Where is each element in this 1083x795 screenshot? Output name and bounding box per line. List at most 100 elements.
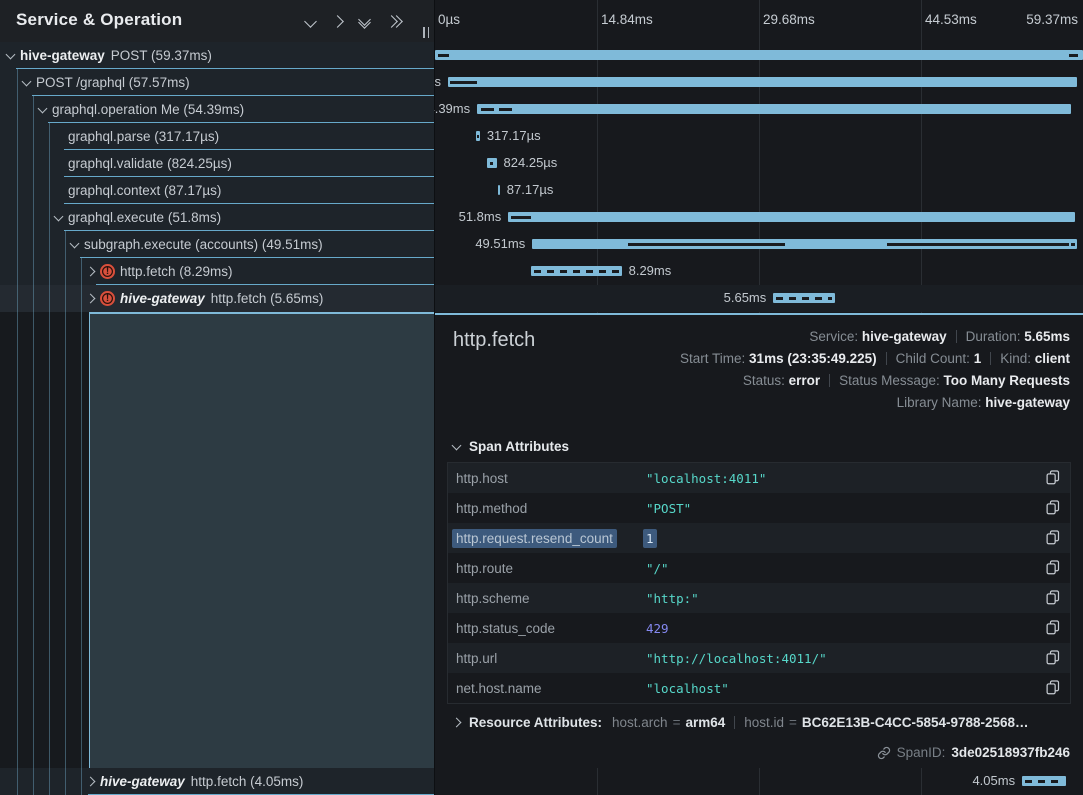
tree-connector-line bbox=[33, 96, 34, 795]
chevron-right-icon[interactable] bbox=[331, 15, 344, 28]
meta-divider bbox=[956, 330, 957, 343]
chevron-right-icon[interactable] bbox=[84, 776, 96, 788]
meta-line: Status: errorStatus Message: Too Many Re… bbox=[680, 370, 1070, 392]
meta-divider bbox=[886, 352, 887, 365]
chevron-right-icon bbox=[452, 718, 462, 728]
timeline-row[interactable] bbox=[435, 42, 1083, 69]
meta-label: Start Time: bbox=[680, 351, 749, 366]
chevron-down-icon[interactable] bbox=[20, 77, 32, 89]
span-duration-label: 824.25µs bbox=[504, 155, 558, 170]
chevron-spacer bbox=[52, 131, 64, 143]
equals-sign: = bbox=[673, 715, 681, 730]
tree-connector-line bbox=[49, 123, 50, 795]
panel-resize-handle[interactable] bbox=[423, 27, 429, 38]
span-bar[interactable] bbox=[508, 212, 1075, 222]
child-span-mark bbox=[511, 216, 531, 219]
span-operation-label: http.fetch (8.29ms) bbox=[120, 264, 233, 279]
span-bar[interactable] bbox=[435, 50, 1083, 60]
meta-line: Service: hive-gatewayDuration: 5.65ms bbox=[680, 326, 1070, 348]
copy-button[interactable] bbox=[1045, 590, 1061, 606]
tree-row[interactable]: graphql.operation Me (54.39ms) bbox=[0, 96, 434, 123]
span-bar[interactable] bbox=[1022, 776, 1066, 786]
copy-button[interactable] bbox=[1045, 470, 1061, 486]
timeline-row[interactable]: 317.17µs bbox=[435, 123, 1083, 150]
span-bar[interactable] bbox=[531, 266, 622, 276]
resource-key: host.id bbox=[744, 715, 784, 730]
tree-row[interactable]: graphql.execute (51.8ms) bbox=[0, 204, 434, 231]
child-span-mark bbox=[490, 162, 493, 165]
copy-button[interactable] bbox=[1045, 530, 1061, 546]
span-bar[interactable] bbox=[532, 239, 1076, 249]
attribute-row: http.request.resend_count1 bbox=[448, 523, 1070, 553]
service-name: hive-gateway bbox=[100, 774, 185, 789]
span-operation-label: subgraph.execute (accounts) (49.51ms) bbox=[84, 237, 323, 252]
timeline-row[interactable]: 49.51ms bbox=[435, 231, 1083, 258]
attribute-value: "localhost:4011" bbox=[646, 471, 766, 486]
span-bar[interactable] bbox=[477, 104, 1071, 114]
attribute-value: 429 bbox=[646, 621, 669, 636]
chevron-down-icon[interactable] bbox=[68, 239, 80, 251]
copy-button[interactable] bbox=[1045, 620, 1061, 636]
span-duration-label: 4.05ms bbox=[972, 773, 1015, 788]
span-attributes-table: http.host"localhost:4011"http.method"POS… bbox=[447, 462, 1071, 704]
tree-row[interactable]: graphql.validate (824.25µs) bbox=[0, 150, 434, 177]
trace-viewer: hive-gatewayPOST (59.37ms)POST /graphql … bbox=[0, 0, 1083, 795]
tree-row[interactable]: hive-gatewayPOST (59.37ms) bbox=[0, 42, 434, 69]
timeline-row[interactable]: 57.57ms bbox=[435, 69, 1083, 96]
attribute-row: http.method"POST" bbox=[448, 493, 1070, 523]
chevron-down-icon[interactable] bbox=[304, 15, 317, 28]
tree-toolbar bbox=[306, 14, 401, 28]
attribute-row: http.status_code429 bbox=[448, 613, 1070, 643]
tree-row[interactable]: graphql.parse (317.17µs) bbox=[0, 123, 434, 150]
span-duration-label: 87.17µs bbox=[507, 182, 554, 197]
child-span-mark bbox=[1071, 243, 1075, 246]
attribute-key: http.request.resend_count bbox=[456, 531, 613, 546]
chevron-right-icon[interactable] bbox=[84, 266, 96, 278]
meta-value: hive-gateway bbox=[985, 395, 1070, 410]
copy-icon bbox=[1046, 563, 1060, 578]
double-chevron-down-icon[interactable] bbox=[360, 15, 369, 27]
timeline-row[interactable]: 4.05ms bbox=[435, 768, 1083, 795]
copy-button[interactable] bbox=[1045, 650, 1061, 666]
child-span-marks bbox=[534, 270, 619, 273]
timeline-row[interactable]: 824.25µs bbox=[435, 150, 1083, 177]
copy-button[interactable] bbox=[1045, 560, 1061, 576]
span-operation-label: graphql.parse (317.17µs) bbox=[68, 129, 219, 144]
span-attributes-header[interactable]: Span Attributes bbox=[453, 439, 569, 454]
chevron-right-icon[interactable] bbox=[84, 293, 96, 305]
attribute-value: "POST" bbox=[646, 501, 691, 516]
double-chevron-right-icon[interactable] bbox=[387, 17, 401, 26]
meta-value: client bbox=[1035, 351, 1070, 366]
child-span-mark bbox=[499, 108, 511, 111]
timeline-axis: 0µs14.84ms29.68ms44.53ms59.37ms bbox=[435, 0, 1083, 42]
span-operation-label: graphql.context (87.17µs) bbox=[68, 183, 221, 198]
chevron-down-icon[interactable] bbox=[52, 212, 64, 224]
span-bar[interactable] bbox=[476, 131, 480, 141]
span-bar[interactable] bbox=[773, 293, 835, 303]
attribute-row: http.route"/" bbox=[448, 553, 1070, 583]
span-bar[interactable] bbox=[448, 77, 1077, 87]
copy-button[interactable] bbox=[1045, 500, 1061, 516]
tree-row[interactable]: POST /graphql (57.57ms) bbox=[0, 69, 434, 96]
timeline-row[interactable]: 8.29ms bbox=[435, 258, 1083, 285]
span-duration-label: 51.8ms bbox=[459, 209, 502, 224]
span-bar[interactable] bbox=[487, 158, 497, 168]
resource-attributes-row[interactable]: Resource Attributes: host.arch=arm64host… bbox=[453, 715, 1029, 730]
timeline-row[interactable]: 54.39ms bbox=[435, 96, 1083, 123]
tree-row[interactable]: graphql.context (87.17µs) bbox=[0, 177, 434, 204]
attribute-key: http.route bbox=[456, 561, 513, 576]
meta-value: Too Many Requests bbox=[943, 373, 1070, 388]
timeline-row[interactable]: 51.8ms bbox=[435, 204, 1083, 231]
copy-button[interactable] bbox=[1045, 680, 1061, 696]
chevron-down-icon[interactable] bbox=[36, 104, 48, 116]
attribute-key: http.url bbox=[456, 651, 497, 666]
span-bar[interactable] bbox=[498, 185, 500, 195]
timeline-row[interactable]: 5.65ms bbox=[435, 285, 1083, 312]
copy-icon bbox=[1046, 653, 1060, 668]
resource-value: arm64 bbox=[685, 715, 725, 730]
tree-connector-line bbox=[65, 231, 66, 795]
timeline-row[interactable]: 87.17µs bbox=[435, 177, 1083, 204]
span-id-value: 3de02518937fb246 bbox=[951, 745, 1070, 760]
chevron-down-icon[interactable] bbox=[4, 50, 16, 62]
span-operation-label: http.fetch (5.65ms) bbox=[211, 291, 324, 306]
